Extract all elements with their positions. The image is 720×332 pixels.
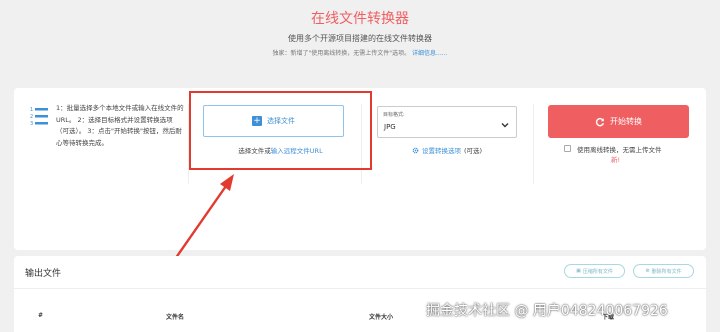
compress-all-button[interactable]: ▣ 压缩所有文件 (564, 264, 625, 278)
new-badge: 新! (611, 156, 621, 164)
delete-all-button[interactable]: ⊗ 删除所有文件 (633, 264, 694, 278)
upload-or-text: 选择文件或 (238, 147, 271, 155)
offline-conversion-checkbox[interactable] (564, 145, 571, 152)
chevron-down-icon (501, 123, 509, 128)
output-title: 输出文件 (25, 269, 62, 279)
plus-icon: + (252, 116, 262, 126)
svg-text:3: 3 (30, 121, 33, 127)
upload-hint: 选择文件或输入远程文件URL (189, 145, 372, 155)
column-header-filename: 文件名 (166, 314, 185, 321)
archive-icon: ▣ (576, 268, 581, 274)
settings-link-label: 设置转换选项 (421, 147, 461, 155)
refresh-icon (595, 117, 605, 126)
compress-all-label: 压缩所有文件 (582, 268, 613, 275)
svg-text:2: 2 (30, 114, 33, 120)
notice-bar: 独家：新增了"使用离线转换，无需上传文件"选项。 详细信息...... (0, 48, 720, 57)
page-subtitle: 使用多个开源项目搭建的在线文件转换器 (288, 34, 432, 43)
divider (533, 104, 534, 184)
delete-icon: ⊗ (645, 268, 650, 274)
column-header-filesize: 文件大小 (369, 314, 394, 321)
page-title: 在线文件转换器 (311, 11, 409, 27)
gear-icon (412, 147, 419, 153)
target-format-label: 目标格式: (383, 112, 405, 118)
start-conversion-label: 开始转换 (610, 117, 642, 126)
watermark: 掘金技术社区 @ 用户048240067926 (426, 303, 668, 319)
settings-optional-label: (可选) (463, 147, 483, 155)
details-link[interactable]: 详细信息...... (412, 50, 447, 57)
notice-text: 独家：新增了"使用离线转换，无需上传文件"选项。 (272, 50, 411, 57)
divider (14, 288, 706, 289)
target-format-value: JPG (384, 123, 396, 131)
delete-all-label: 删除所有文件 (651, 268, 682, 275)
select-files-button[interactable]: + 选择文件 (203, 105, 344, 137)
list-numbered-icon: 1 2 3 (30, 107, 48, 127)
column-header-index: # (38, 312, 44, 319)
start-conversion-button[interactable]: 开始转换 (548, 105, 689, 138)
conversion-settings-link[interactable]: 设置转换选项 (可选) (377, 145, 517, 155)
instructions-text: 1：批量选择多个本地文件或输入在线文件的URL。 2：选择目标格式并设置转换选项… (56, 104, 184, 147)
svg-text:1: 1 (30, 107, 33, 113)
offline-conversion-label: 使用离线转换，无需上传文件 (577, 146, 662, 154)
target-format-select[interactable]: 目标格式: JPG (377, 106, 517, 138)
remote-url-link[interactable]: 输入远程文件URL (271, 147, 323, 155)
select-files-label: 选择文件 (267, 117, 295, 125)
